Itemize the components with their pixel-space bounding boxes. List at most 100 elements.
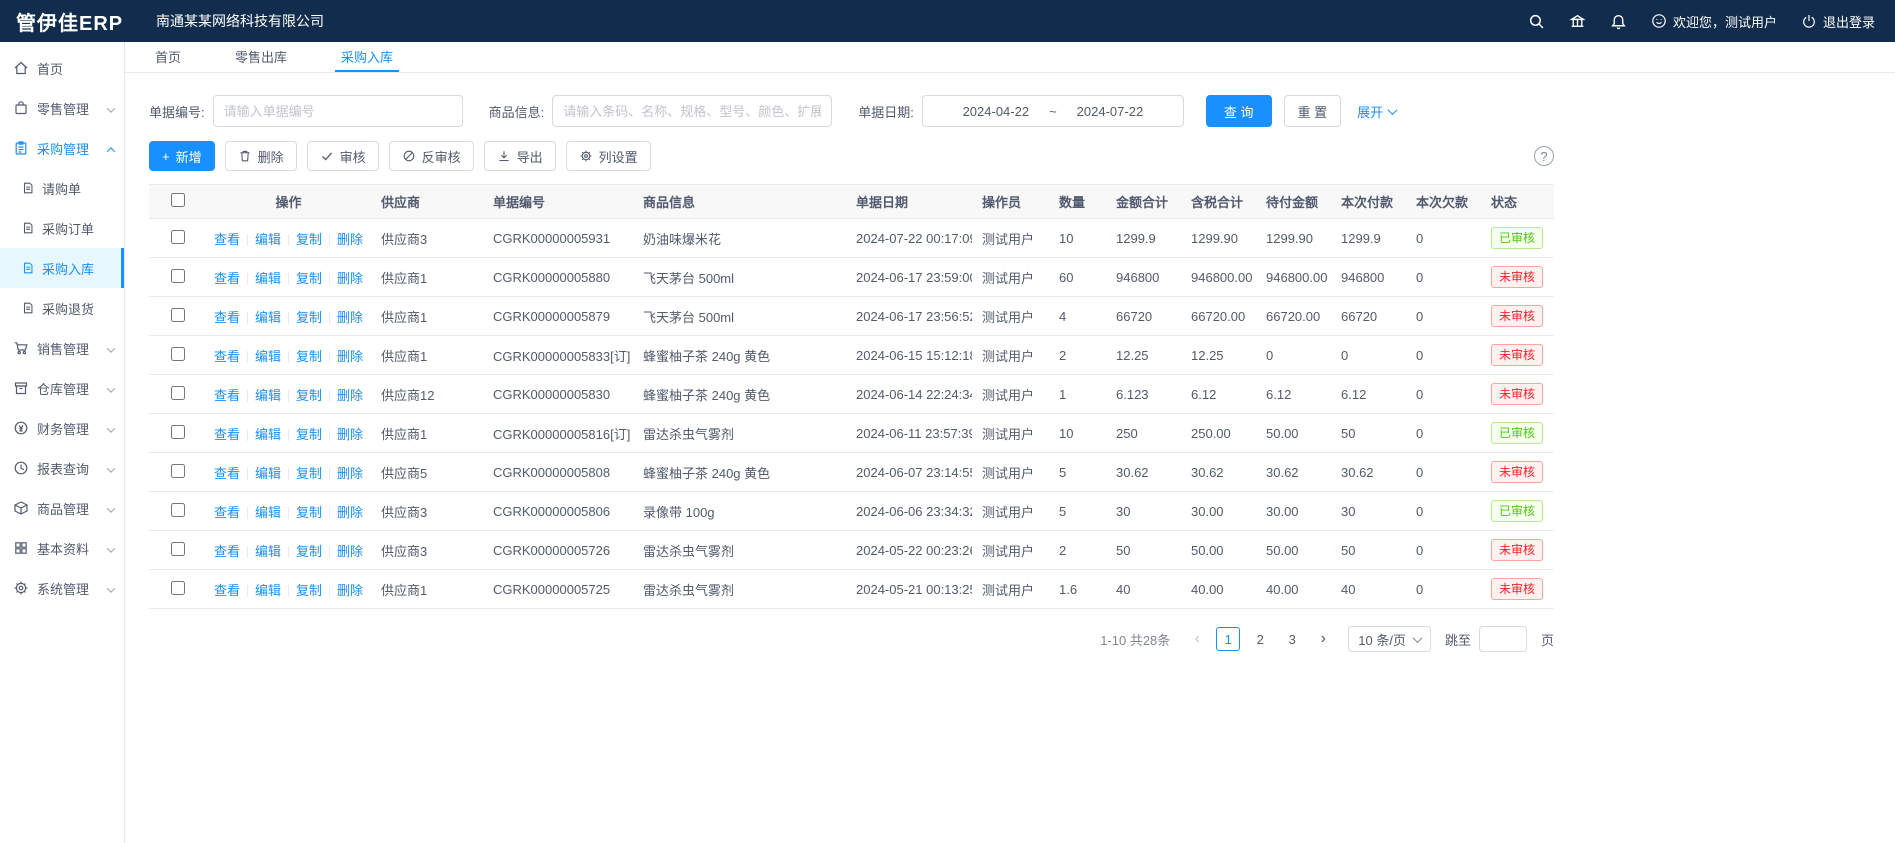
tab-home[interactable]: 首页: [149, 42, 187, 72]
sidebar-item-retail[interactable]: 零售管理: [0, 88, 124, 128]
action-edit-link[interactable]: 编辑: [255, 466, 281, 481]
action-delete-link[interactable]: 删除: [337, 583, 363, 598]
row-checkbox[interactable]: [171, 386, 185, 400]
action-delete-link[interactable]: 删除: [337, 505, 363, 520]
sidebar-item-warehouse[interactable]: 仓库管理: [0, 368, 124, 408]
sidebar-item-products[interactable]: 商品管理: [0, 488, 124, 528]
date-range-picker[interactable]: 2024-04-22 ~ 2024-07-22: [922, 95, 1184, 127]
action-edit-link[interactable]: 编辑: [255, 232, 281, 247]
select-all-checkbox[interactable]: [171, 193, 185, 207]
sidebar-item-basic-data[interactable]: 基本资料: [0, 528, 124, 568]
page-number-button[interactable]: 2: [1248, 627, 1272, 651]
bill-no-input[interactable]: [213, 95, 463, 127]
action-view-link[interactable]: 查看: [214, 544, 240, 559]
search-button[interactable]: 查 询: [1206, 95, 1272, 127]
sidebar-item-system[interactable]: 系统管理: [0, 568, 124, 608]
audit-button[interactable]: 审核: [307, 141, 379, 171]
unaudit-button[interactable]: 反审核: [389, 141, 474, 171]
sidebar-item-sales[interactable]: 销售管理: [0, 328, 124, 368]
row-checkbox[interactable]: [171, 230, 185, 244]
sidebar-subitem-purchase-order[interactable]: 采购订单: [0, 208, 124, 248]
action-view-link[interactable]: 查看: [214, 388, 240, 403]
action-view-link[interactable]: 查看: [214, 427, 240, 442]
action-delete-link[interactable]: 删除: [337, 271, 363, 286]
action-view-link[interactable]: 查看: [214, 232, 240, 247]
action-copy-link[interactable]: 复制: [296, 427, 322, 442]
action-delete-link[interactable]: 删除: [337, 349, 363, 364]
row-checkbox[interactable]: [171, 542, 185, 556]
help-icon[interactable]: ?: [1534, 146, 1554, 166]
date-to-value[interactable]: 2024-07-22: [1077, 104, 1144, 119]
table-row: 查看编辑复制删除供应商5CGRK00000005808蜂蜜柚子茶 240g 黄色…: [149, 453, 1554, 492]
date-from-value[interactable]: 2024-04-22: [963, 104, 1030, 119]
next-page-icon[interactable]: ›: [1312, 627, 1334, 651]
action-delete-link[interactable]: 删除: [337, 544, 363, 559]
action-edit-link[interactable]: 编辑: [255, 505, 281, 520]
page-size-select[interactable]: 10 条/页: [1348, 626, 1431, 652]
row-checkbox[interactable]: [171, 464, 185, 478]
action-edit-link[interactable]: 编辑: [255, 349, 281, 364]
action-view-link[interactable]: 查看: [214, 583, 240, 598]
sidebar-subitem-purchase-inbound[interactable]: 采购入库: [0, 248, 124, 288]
logout-button[interactable]: 退出登录: [1801, 12, 1875, 31]
action-copy-link[interactable]: 复制: [296, 271, 322, 286]
document-icon: [21, 301, 35, 315]
row-checkbox[interactable]: [171, 347, 185, 361]
action-view-link[interactable]: 查看: [214, 466, 240, 481]
sidebar-item-home[interactable]: 首页: [0, 48, 124, 88]
sidebar-item-reports[interactable]: 报表查询: [0, 448, 124, 488]
action-edit-link[interactable]: 编辑: [255, 271, 281, 286]
cell-payable: 0: [1256, 336, 1331, 375]
row-checkbox[interactable]: [171, 503, 185, 517]
action-delete-link[interactable]: 删除: [337, 427, 363, 442]
sidebar-subitem-purchase-request[interactable]: 请购单: [0, 168, 124, 208]
search-icon[interactable]: [1528, 13, 1545, 30]
add-button[interactable]: + 新增: [149, 141, 215, 171]
action-edit-link[interactable]: 编辑: [255, 544, 281, 559]
action-edit-link[interactable]: 编辑: [255, 583, 281, 598]
expand-link[interactable]: 展开: [1357, 102, 1396, 121]
row-checkbox[interactable]: [171, 425, 185, 439]
row-checkbox[interactable]: [171, 308, 185, 322]
page-number-button[interactable]: 3: [1280, 627, 1304, 651]
action-delete-link[interactable]: 删除: [337, 232, 363, 247]
jump-page-input[interactable]: [1479, 626, 1527, 652]
action-copy-link[interactable]: 复制: [296, 505, 322, 520]
prev-page-icon[interactable]: ‹: [1186, 627, 1208, 651]
product-info-input[interactable]: [552, 95, 832, 127]
page-number-button[interactable]: 1: [1216, 627, 1240, 651]
delete-button[interactable]: 删除: [225, 141, 297, 171]
sidebar-item-purchase[interactable]: 采购管理: [0, 128, 124, 168]
action-copy-link[interactable]: 复制: [296, 349, 322, 364]
action-copy-link[interactable]: 复制: [296, 388, 322, 403]
reset-button[interactable]: 重 置: [1284, 95, 1342, 127]
action-copy-link[interactable]: 复制: [296, 583, 322, 598]
welcome-user[interactable]: 欢迎您，测试用户: [1651, 12, 1777, 31]
action-view-link[interactable]: 查看: [214, 349, 240, 364]
sidebar-item-label: 财务管理: [37, 419, 89, 438]
action-copy-link[interactable]: 复制: [296, 232, 322, 247]
export-button[interactable]: 导出: [484, 141, 556, 171]
action-edit-link[interactable]: 编辑: [255, 427, 281, 442]
tab-retail-outbound[interactable]: 零售出库: [229, 42, 293, 72]
row-checkbox[interactable]: [171, 269, 185, 283]
action-view-link[interactable]: 查看: [214, 271, 240, 286]
action-delete-link[interactable]: 删除: [337, 388, 363, 403]
action-copy-link[interactable]: 复制: [296, 544, 322, 559]
row-checkbox[interactable]: [171, 581, 185, 595]
action-edit-link[interactable]: 编辑: [255, 310, 281, 325]
action-view-link[interactable]: 查看: [214, 310, 240, 325]
bell-icon[interactable]: [1610, 13, 1627, 30]
tab-purchase-inbound[interactable]: 采购入库: [335, 42, 399, 72]
action-delete-link[interactable]: 删除: [337, 466, 363, 481]
sidebar-item-finance[interactable]: 财务管理: [0, 408, 124, 448]
sidebar-subitem-purchase-return[interactable]: 采购退货: [0, 288, 124, 328]
building-icon[interactable]: [1569, 13, 1586, 30]
action-copy-link[interactable]: 复制: [296, 310, 322, 325]
action-view-link[interactable]: 查看: [214, 505, 240, 520]
action-copy-link[interactable]: 复制: [296, 466, 322, 481]
action-edit-link[interactable]: 编辑: [255, 388, 281, 403]
action-delete-link[interactable]: 删除: [337, 310, 363, 325]
column-settings-button[interactable]: 列设置: [566, 141, 651, 171]
action-divider: [288, 273, 289, 285]
